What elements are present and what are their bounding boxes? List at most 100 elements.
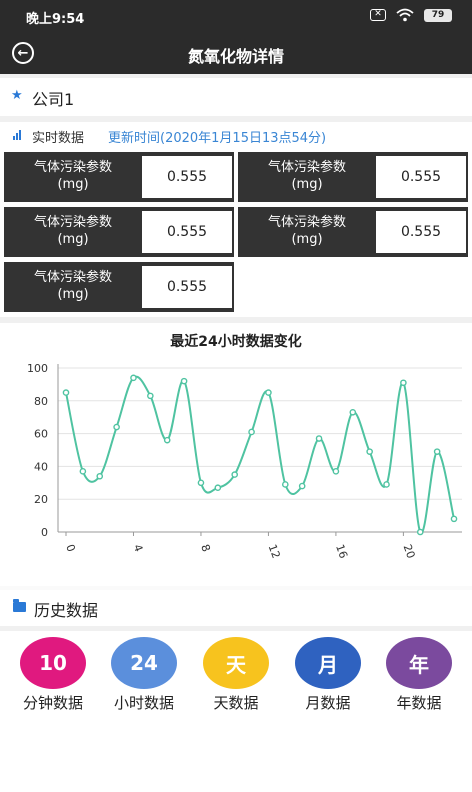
divider	[0, 586, 472, 590]
nav-label: 年数据	[396, 694, 442, 712]
param-card: 气体污染参数 (mg) 0.555	[4, 207, 234, 257]
history-label: 历史数据	[34, 601, 99, 620]
data-point	[400, 379, 407, 387]
param-label: 气体污染参数 (mg)	[240, 154, 374, 200]
data-point	[214, 484, 222, 492]
data-point	[79, 468, 87, 475]
param-value: 0.555	[142, 266, 232, 308]
data-point	[298, 482, 306, 490]
update-time: 更新时间(2020年1月15日13点54分)	[108, 131, 327, 146]
param-name: 气体污染参数	[267, 215, 346, 230]
nav-day-data[interactable]: 天 天数据	[190, 632, 282, 722]
divider	[0, 626, 472, 631]
param-card: 气体污染参数 (mg) 0.555	[238, 152, 468, 202]
company-header: ★ 公司1	[0, 78, 472, 116]
y-tick-label: 100	[27, 362, 48, 375]
calendar-month-icon: 月	[295, 637, 361, 689]
param-card: 气体污染参数 (mg) 0.555	[238, 207, 468, 257]
star-icon: ★	[11, 88, 23, 103]
data-point	[197, 479, 205, 487]
x-tick-label: 4	[131, 543, 146, 554]
y-tick-label: 80	[34, 395, 48, 408]
param-unit: (mg)	[57, 287, 89, 302]
data-point	[163, 436, 171, 444]
y-tick-label: 60	[34, 428, 48, 441]
status-time: 晚上9:54	[26, 12, 85, 27]
company-name: 公司1	[32, 90, 75, 109]
data-point	[366, 448, 373, 455]
y-tick-label: 0	[41, 526, 48, 539]
param-label: 气体污染参数 (mg)	[240, 209, 374, 255]
param-value: 0.555	[376, 211, 466, 253]
param-label: 气体污染参数 (mg)	[6, 264, 140, 310]
realtime-header: 实时数据 更新时间(2020年1月15日13点54分)	[0, 122, 472, 148]
param-value: 0.555	[376, 156, 466, 198]
icon-text: 月	[318, 652, 338, 677]
data-point	[180, 377, 188, 385]
history-nav: 10 分钟数据 24 小时数据 天 天数据 月 月数据 年 年数据	[0, 632, 472, 724]
nav-label: 天数据	[213, 694, 259, 712]
data-point	[433, 448, 441, 455]
nav-hour-data[interactable]: 24 小时数据	[98, 632, 190, 722]
y-tick-label: 40	[34, 460, 48, 473]
recycle-24-icon: 24	[111, 637, 177, 689]
data-point	[450, 515, 458, 523]
icon-text: 24	[130, 651, 158, 675]
data-point	[315, 435, 323, 442]
data-point	[130, 374, 137, 382]
param-unit: (mg)	[291, 232, 323, 247]
status-icons: ✕ 79	[370, 8, 452, 22]
nav-label: 分钟数据	[22, 694, 83, 712]
data-point	[248, 428, 255, 436]
data-point	[416, 528, 424, 536]
data-point	[282, 481, 289, 488]
icon-text: 年	[409, 652, 429, 677]
chart-plot: 0 20 40 60 80 100 0 4 8 12 16 20	[27, 362, 462, 561]
battery-icon: 79	[424, 8, 452, 22]
data-point	[332, 468, 340, 475]
nav-minute-data[interactable]: 10 分钟数据	[7, 632, 99, 722]
nav-year-data[interactable]: 年 年数据	[373, 632, 465, 722]
param-value: 0.555	[142, 211, 232, 253]
clock-icon: 10	[20, 637, 86, 689]
calendar-year-icon: 年	[386, 637, 452, 689]
param-unit: (mg)	[291, 177, 323, 192]
data-point	[113, 423, 120, 431]
series-line	[65, 375, 455, 534]
data-point	[62, 389, 70, 396]
line-chart: 最近24小时数据变化 0 20 40 60 80 100 0 4 8 12 16 20	[0, 324, 472, 586]
param-label: 气体污染参数 (mg)	[6, 209, 140, 255]
nav-month-data[interactable]: 月 月数据	[282, 632, 374, 722]
nav-label: 月数据	[305, 694, 351, 712]
calendar-day-icon: 天	[203, 637, 269, 689]
data-point	[231, 471, 238, 478]
data-point	[265, 389, 272, 396]
param-label: 气体污染参数 (mg)	[6, 154, 140, 200]
x-tick-label: 12	[266, 543, 283, 561]
divider	[0, 317, 472, 323]
x-tick-label: 0	[63, 543, 78, 554]
param-card: 气体污染参数 (mg) 0.555	[4, 262, 234, 312]
icon-text: 天	[226, 652, 246, 677]
status-bar: 晚上9:54 ✕ 79	[0, 0, 472, 32]
param-unit: (mg)	[57, 177, 89, 192]
param-name: 气体污染参数	[267, 160, 346, 175]
data-point	[383, 481, 390, 488]
param-name: 气体污染参数	[33, 270, 112, 285]
data-point	[349, 408, 357, 416]
param-unit: (mg)	[57, 232, 89, 247]
page-title: 氮氧化物详情	[187, 47, 284, 66]
folder-icon	[13, 599, 26, 612]
wifi-icon	[396, 8, 414, 22]
icon-text: 10	[39, 651, 67, 675]
history-header: 历史数据	[0, 594, 472, 624]
data-point	[147, 392, 154, 400]
data-point	[96, 472, 104, 480]
bar-chart-icon	[13, 130, 23, 140]
x-tick-label: 8	[198, 543, 213, 554]
realtime-label: 实时数据	[32, 131, 85, 146]
nav-label: 小时数据	[113, 694, 174, 712]
y-tick-label: 20	[34, 493, 48, 506]
x-tick-label: 20	[401, 543, 418, 561]
param-card: 气体污染参数 (mg) 0.555	[4, 152, 234, 202]
